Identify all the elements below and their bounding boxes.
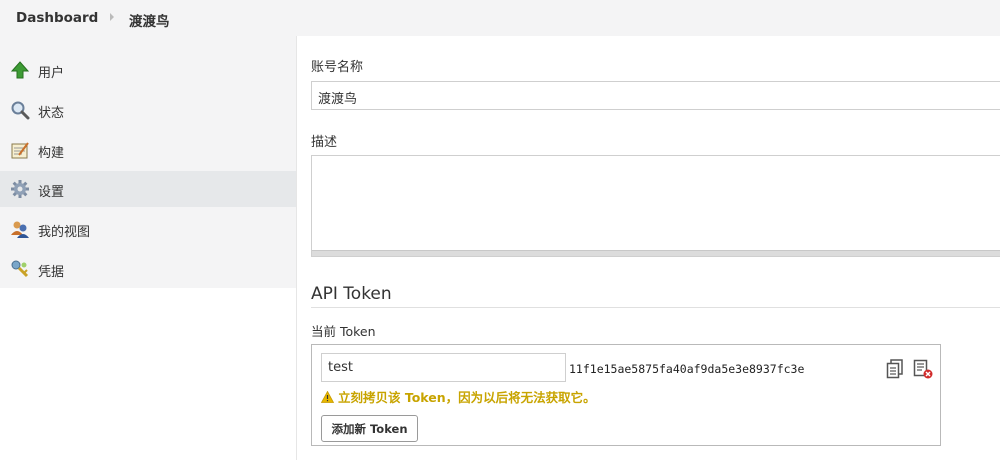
token-warning: 立刻拷贝该 Token，因为以后将无法获取它。 <box>321 387 596 406</box>
sidebar: 用户 状态 构建 设置 我的视图 凭据 <box>0 36 296 288</box>
description-resize-handle[interactable] <box>312 250 1000 256</box>
people-icon <box>11 221 29 238</box>
description-textarea[interactable] <box>311 155 1000 257</box>
key-icon <box>11 260 29 278</box>
copy-icon[interactable] <box>886 359 904 379</box>
sidebar-item-user[interactable]: 用户 <box>0 52 296 88</box>
token-name-input[interactable]: test <box>321 353 566 382</box>
account-name-input[interactable]: 渡渡鸟 <box>311 81 1000 110</box>
breadcrumb-dashboard[interactable]: Dashboard <box>16 10 98 26</box>
breadcrumb-separator-icon <box>110 13 114 21</box>
add-token-button[interactable]: 添加新 Token <box>321 415 418 442</box>
gear-icon <box>11 180 29 198</box>
account-name-label: 账号名称 <box>311 60 364 75</box>
token-warning-text: 立刻拷贝该 Token，因为以后将无法获取它。 <box>338 390 596 405</box>
sidebar-item-my-views[interactable]: 我的视图 <box>0 211 296 247</box>
sidebar-item-label: 我的视图 <box>38 225 91 240</box>
revoke-icon[interactable] <box>913 359 933 379</box>
sidebar-item-credentials[interactable]: 凭据 <box>0 251 296 287</box>
magnifier-icon <box>11 101 30 120</box>
token-value: 11f1e15ae5875fa40af9da5e3e8937fc3e <box>569 362 805 376</box>
api-token-heading: API Token <box>311 284 392 304</box>
sidebar-item-builds[interactable]: 构建 <box>0 132 296 168</box>
sidebar-item-status[interactable]: 状态 <box>0 92 296 128</box>
notepad-icon <box>11 142 29 159</box>
sidebar-item-label: 构建 <box>38 146 65 161</box>
sidebar-item-label: 凭据 <box>38 265 65 280</box>
sidebar-divider <box>296 36 297 460</box>
breadcrumb: Dashboard 渡渡鸟 <box>0 0 1000 36</box>
up-arrow-icon <box>10 61 30 79</box>
sidebar-item-label: 设置 <box>38 185 65 200</box>
current-token-label: 当前 Token <box>311 324 376 339</box>
section-divider <box>311 307 1000 308</box>
sidebar-item-label: 状态 <box>38 106 65 121</box>
sidebar-item-settings[interactable]: 设置 <box>0 171 296 207</box>
warning-icon <box>321 391 334 403</box>
token-panel: test 11f1e15ae5875fa40af9da5e3e8937fc3e … <box>311 344 941 446</box>
sidebar-item-label: 用户 <box>38 66 65 81</box>
description-label: 描述 <box>311 135 338 150</box>
breadcrumb-current-user[interactable]: 渡渡鸟 <box>129 10 170 30</box>
